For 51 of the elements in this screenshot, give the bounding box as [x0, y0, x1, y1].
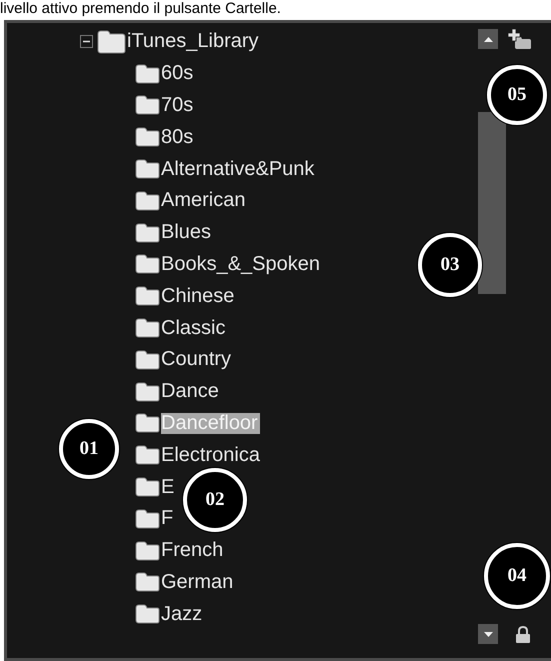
callout-badge: 03: [418, 233, 482, 297]
tree-item[interactable]: German: [161, 572, 236, 593]
tree-item[interactable]: Classic: [161, 318, 228, 339]
folder-icon: [135, 64, 160, 84]
folder-icon: [135, 382, 160, 402]
tree-item[interactable]: E: [161, 476, 176, 498]
folder-icon: [96, 30, 126, 54]
tree-item[interactable]: Electronica: [161, 444, 262, 466]
tree-item[interactable]: 80s: [161, 126, 196, 148]
tree-item[interactable]: French: [161, 540, 226, 562]
folder-icon: [135, 254, 160, 274]
tree-item[interactable]: Country: [161, 349, 234, 370]
tree-item[interactable]: F: [161, 508, 176, 530]
callout-badge: 02: [183, 468, 247, 532]
add-folder-icon[interactable]: [508, 28, 532, 50]
tree-item[interactable]: Chinese: [161, 286, 236, 307]
folder-icon: [135, 222, 160, 243]
folder-icon: [135, 604, 160, 624]
tree-item[interactable]: Books_&_Spoken: [161, 254, 322, 275]
tree-item[interactable]: Blues: [161, 222, 214, 244]
tree-item[interactable]: Dance: [161, 381, 221, 402]
lock-icon[interactable]: [516, 626, 530, 642]
folder-icon: [135, 477, 160, 498]
tree-item[interactable]: 60s: [161, 63, 196, 84]
callout-badge: 01: [59, 419, 119, 479]
folder-icon: [135, 159, 160, 180]
folder-icon: [135, 127, 160, 148]
folder-icon: [135, 318, 160, 338]
folder-icon: [135, 508, 160, 529]
callout-badge: 05: [487, 65, 547, 125]
tree-item[interactable]: Jazz: [161, 604, 204, 625]
tree-item[interactable]: 70s: [161, 94, 196, 116]
folder-icon: [135, 350, 160, 370]
scroll-down-button[interactable]: [478, 624, 498, 644]
folder-icon: [135, 190, 160, 211]
folder-icon: [135, 413, 160, 434]
folder-icon: [135, 95, 160, 116]
tree-item[interactable]: iTunes_Library: [127, 31, 261, 52]
caret-down-icon: [484, 632, 492, 636]
tree-item[interactable]: American: [161, 190, 248, 212]
folder-icon: [135, 445, 160, 466]
callout-badge: 04: [484, 543, 550, 609]
tree-item[interactable]: Alternative&Punk: [161, 158, 316, 180]
folder-icon: [135, 540, 160, 561]
folder-icon: [135, 572, 160, 592]
caret-up-icon: [484, 36, 492, 42]
folder-icon: [135, 286, 160, 306]
collapse-toggle[interactable]: [80, 35, 93, 48]
caption-text: livello attivo premendo il pulsante Cartelle.: [0, 0, 281, 18]
scrollbar-thumb[interactable]: [478, 112, 506, 294]
scroll-up-button[interactable]: [478, 29, 498, 49]
